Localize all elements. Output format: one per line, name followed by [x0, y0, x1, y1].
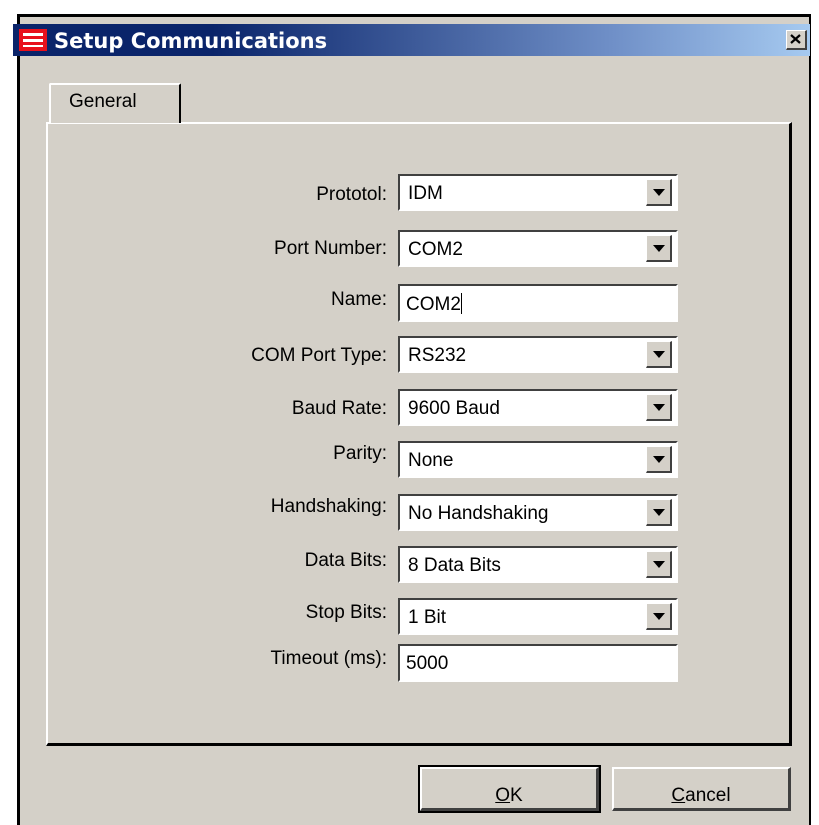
ok-button[interactable]: OK — [418, 765, 601, 813]
tab-panel-general — [46, 122, 792, 746]
close-icon — [790, 34, 801, 44]
cancel-button-label: Cancel — [671, 785, 731, 806]
tab-general-label: General — [69, 91, 137, 112]
ok-button-label: OK — [495, 785, 523, 806]
cancel-button[interactable]: Cancel — [612, 767, 791, 811]
app-icon — [19, 29, 47, 51]
close-button[interactable] — [786, 30, 807, 50]
tab-general[interactable]: General — [49, 83, 181, 123]
window-title: Setup Communications — [54, 29, 328, 53]
